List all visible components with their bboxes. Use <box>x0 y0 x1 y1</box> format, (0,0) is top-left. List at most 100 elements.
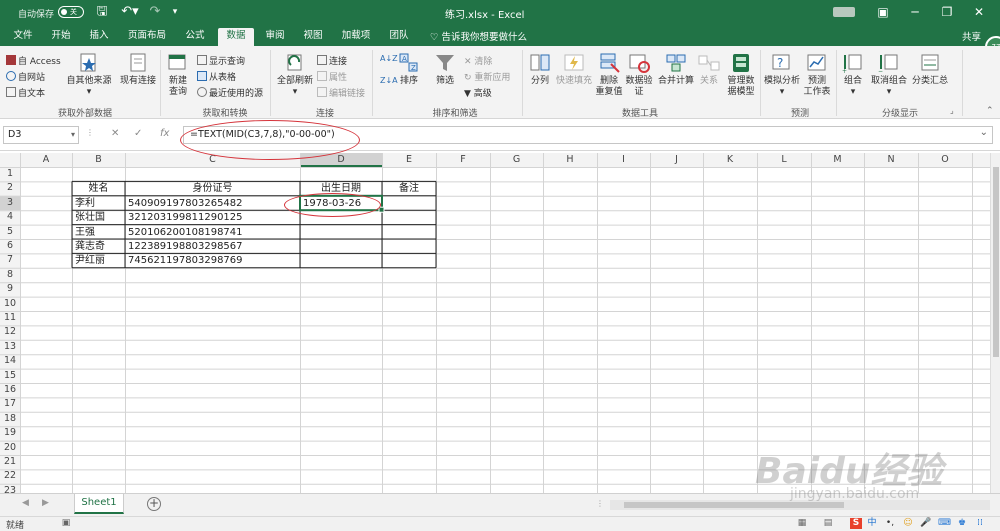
insert-function-icon[interactable]: fx <box>160 128 169 139</box>
emoji-icon[interactable]: ☺ <box>902 518 914 529</box>
row-header-9[interactable]: 9 <box>0 282 20 296</box>
recent-sources-button[interactable]: 最近使用的源 <box>197 86 263 99</box>
cell-name[interactable]: 龚志奇 <box>75 240 122 253</box>
tab-review[interactable]: 审阅 <box>260 28 290 46</box>
column-header-f[interactable]: F <box>436 153 490 167</box>
group-button[interactable]: + 组合 ▾ <box>838 52 868 98</box>
tab-view[interactable]: 视图 <box>298 28 328 46</box>
tab-data[interactable]: 数据 <box>218 28 254 46</box>
row-header-18[interactable]: 18 <box>0 412 20 426</box>
relationships-button[interactable]: 关系 <box>696 52 722 87</box>
sort-button[interactable]: AZ 排序 <box>394 52 424 87</box>
cell-id-number[interactable]: 122389198803298567 <box>128 240 297 253</box>
outline-dialog-launcher-icon[interactable]: ⌟ <box>950 106 954 115</box>
redo-icon[interactable]: ↷ <box>148 4 162 20</box>
show-queries-button[interactable]: 显示查询 <box>197 54 245 67</box>
tab-formulas[interactable]: 公式 <box>180 28 210 46</box>
from-other-sources-button[interactable]: 自其他来源 ▾ <box>62 52 116 98</box>
sheet-tab-sheet1[interactable]: Sheet1 <box>74 494 124 514</box>
tab-addins[interactable]: 加载项 <box>336 28 376 46</box>
normal-view-icon[interactable]: ▦ <box>796 518 808 529</box>
properties-button[interactable]: 属性 <box>317 70 347 83</box>
row-header-10[interactable]: 10 <box>0 297 20 311</box>
consolidate-button[interactable]: 合并计算 <box>656 52 696 87</box>
column-header-h[interactable]: H <box>543 153 597 167</box>
cell-name[interactable]: 王强 <box>75 226 122 239</box>
column-header-i[interactable]: I <box>597 153 650 167</box>
macro-record-icon[interactable]: ▣ <box>60 518 72 529</box>
row-header-13[interactable]: 13 <box>0 340 20 354</box>
column-header-a[interactable]: A <box>20 153 72 167</box>
ribbon-display-icon[interactable]: ▣ <box>868 2 898 22</box>
column-header-n[interactable]: N <box>864 153 918 167</box>
tab-home[interactable]: 开始 <box>46 28 76 46</box>
from-access-button[interactable]: 自 Access <box>6 54 61 67</box>
tab-splitter-icon[interactable]: ⋮ <box>596 499 604 508</box>
ime-punct-icon[interactable]: •, <box>884 518 896 529</box>
column-header-l[interactable]: L <box>757 153 811 167</box>
cell-name[interactable]: 李利 <box>75 197 122 210</box>
row-header-5[interactable]: 5 <box>0 225 20 239</box>
tab-insert[interactable]: 插入 <box>84 28 114 46</box>
add-sheet-icon[interactable]: + <box>147 497 161 511</box>
cell-id-number[interactable]: 745621197803298769 <box>128 254 297 267</box>
filter-button[interactable]: 筛选 <box>430 52 460 87</box>
vertical-scroll-thumb[interactable] <box>993 167 999 357</box>
column-header-b[interactable]: B <box>72 153 125 167</box>
header-name[interactable]: 姓名 <box>75 182 122 195</box>
row-header-21[interactable]: 21 <box>0 455 20 469</box>
refresh-all-button[interactable]: 全部刷新 ▾ <box>274 52 316 98</box>
from-web-button[interactable]: 自网站 <box>6 70 45 83</box>
horizontal-scroll-thumb[interactable] <box>624 502 844 508</box>
cell-id-number[interactable]: 540909197803265482 <box>128 197 297 210</box>
row-header-23[interactable]: 23 <box>0 484 20 493</box>
existing-connections-button[interactable]: 现有连接 <box>118 52 158 87</box>
page-layout-view-icon[interactable]: ▤ <box>822 518 834 529</box>
keyboard-icon[interactable]: ⌨ <box>938 518 951 529</box>
row-header-6[interactable]: 6 <box>0 239 20 253</box>
tab-page-layout[interactable]: 页面布局 <box>122 28 172 46</box>
row-header-15[interactable]: 15 <box>0 369 20 383</box>
cell-id-number[interactable]: 321203199811290125 <box>128 211 297 224</box>
text-to-columns-button[interactable]: 分列 <box>526 52 554 87</box>
ime-lang-icon[interactable]: 中 <box>866 518 878 529</box>
reapply-button[interactable]: ↻ 重新应用 <box>464 70 510 83</box>
prev-sheet-icon[interactable]: ◀ <box>22 498 29 508</box>
ime-s-icon[interactable]: S <box>850 518 862 529</box>
autosave-toggle[interactable]: 关 <box>58 6 84 18</box>
toolbox-icon[interactable]: ⁞⁞ <box>974 518 986 529</box>
column-header-j[interactable]: J <box>650 153 703 167</box>
enter-icon[interactable]: ✓ <box>134 128 142 139</box>
row-header-17[interactable]: 17 <box>0 397 20 411</box>
header-note[interactable]: 备注 <box>385 182 433 195</box>
cell-name[interactable]: 张壮国 <box>75 211 122 224</box>
subtotal-button[interactable]: 分类汇总 <box>910 52 950 87</box>
row-header-11[interactable]: 11 <box>0 311 20 325</box>
formula-bar-splitter-icon[interactable]: ⋮ <box>86 128 94 137</box>
manage-data-model-button[interactable]: 管理数 据模型 <box>724 52 758 98</box>
share-button[interactable]: 共享 <box>962 29 981 43</box>
collapse-ribbon-icon[interactable]: ⌃ <box>986 106 994 116</box>
save-icon[interactable]: 🖫 <box>94 4 110 20</box>
cell-id-number[interactable]: 520106200108198741 <box>128 226 297 239</box>
row-header-8[interactable]: 8 <box>0 268 20 282</box>
row-header-20[interactable]: 20 <box>0 441 20 455</box>
tab-team[interactable]: 团队 <box>384 28 414 46</box>
row-header-14[interactable]: 14 <box>0 354 20 368</box>
header-id-number[interactable]: 身份证号 <box>128 182 297 195</box>
tab-file[interactable]: 文件 <box>6 28 40 46</box>
what-if-analysis-button[interactable]: ? 模拟分析 ▾ <box>762 52 802 98</box>
remove-duplicates-button[interactable]: 删除 重复值 <box>594 52 624 98</box>
row-header-3[interactable]: 3 <box>0 196 20 210</box>
cancel-icon[interactable]: ✕ <box>111 128 119 139</box>
cell-name[interactable]: 尹红丽 <box>75 254 122 267</box>
row-header-19[interactable]: 19 <box>0 426 20 440</box>
column-header-g[interactable]: G <box>490 153 543 167</box>
column-header-o[interactable]: O <box>918 153 972 167</box>
connections-button[interactable]: 连接 <box>317 54 347 67</box>
skin-icon[interactable]: ♚ <box>956 518 968 529</box>
row-header-12[interactable]: 12 <box>0 325 20 339</box>
ungroup-button[interactable]: − 取消组合 ▾ <box>868 52 910 98</box>
column-header-m[interactable]: M <box>811 153 864 167</box>
advanced-filter-button[interactable]: ▼ 高级 <box>464 86 492 99</box>
